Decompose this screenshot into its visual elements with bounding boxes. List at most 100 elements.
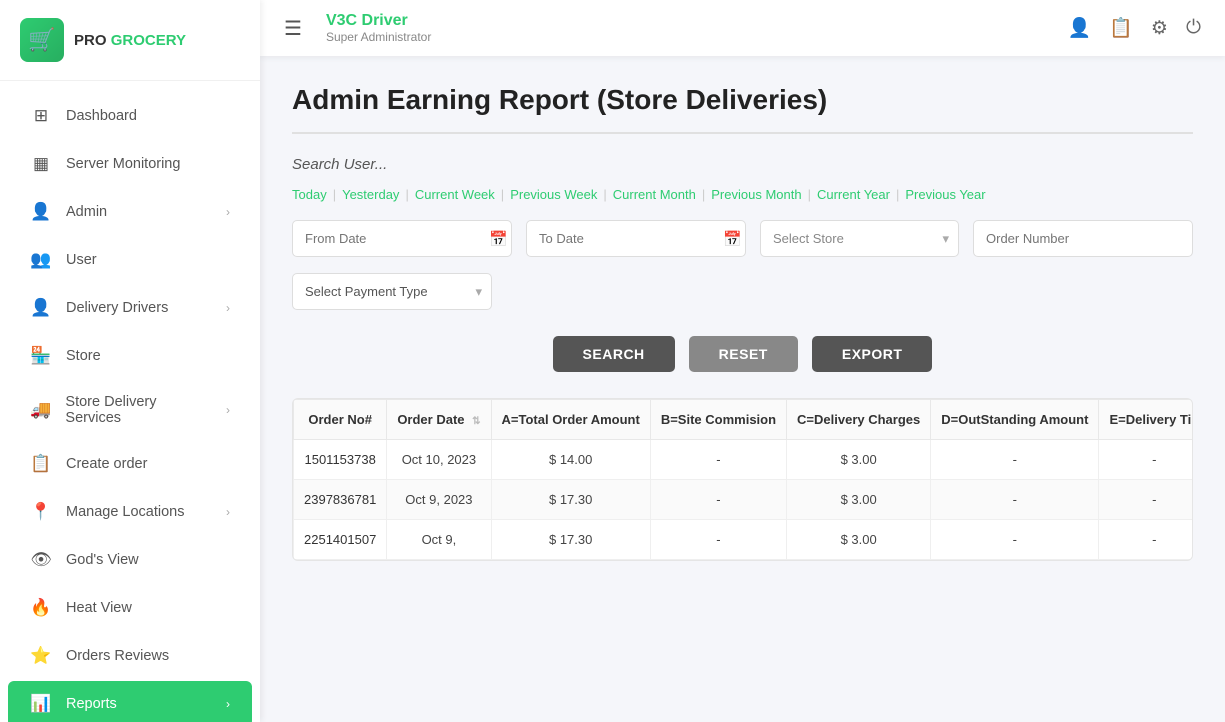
user-icon: 👥 (30, 250, 52, 270)
sidebar-logo: 🛒 PRO GROCERY (0, 0, 260, 81)
table-cell-2-2: $ 17.30 (491, 520, 650, 560)
user-icon[interactable]: 👤 (1068, 16, 1092, 40)
table-cell-1-4: $ 3.00 (787, 480, 931, 520)
settings-icon[interactable]: ⚙ (1151, 17, 1168, 40)
table-cell-1-5: - (931, 480, 1099, 520)
sidebar-item-label: God's View (66, 552, 139, 568)
sidebar-item-admin[interactable]: 👤 Admin › (8, 189, 252, 235)
shortcut-today[interactable]: Today (292, 187, 333, 202)
logo-text: PRO GROCERY (74, 32, 186, 49)
sidebar-item-label: Store Delivery Services (65, 394, 212, 426)
to-date-wrapper: 📅 (526, 220, 746, 257)
action-buttons: SEARCH RESET EXPORT (292, 336, 1193, 372)
select-payment-type[interactable]: Select Payment Type (292, 273, 492, 310)
sidebar-item-create-order[interactable]: 📋 Create order (8, 441, 252, 487)
filter-shortcuts: Today|Yesterday|Current Week|Previous We… (292, 187, 1193, 202)
table-cell-2-1: Oct 9, (387, 520, 491, 560)
col-header-1: Order Date ⇅ (387, 400, 491, 440)
server-monitoring-icon: ▦ (30, 154, 52, 174)
table-cell-0-4: $ 3.00 (787, 440, 931, 480)
table-row: 2397836781Oct 9, 2023$ 17.30-$ 3.00--$ 3… (294, 480, 1194, 520)
admin-icon: 👤 (30, 202, 52, 222)
shortcut-current-month[interactable]: Current Month (607, 187, 702, 202)
sidebar-item-dashboard[interactable]: ⊞ Dashboard (8, 93, 252, 139)
clipboard-icon[interactable]: 📋 (1109, 16, 1133, 40)
table-cell-2-5: - (931, 520, 1099, 560)
sort-icon: ⇅ (472, 416, 480, 427)
sidebar-item-reports[interactable]: 📊 Reports › (8, 681, 252, 722)
sidebar-item-label: Manage Locations (66, 504, 185, 520)
driver-name: V3C Driver (326, 12, 1052, 30)
sidebar-item-label: Delivery Drivers (66, 300, 168, 316)
col-header-5: D=OutStanding Amount (931, 400, 1099, 440)
table-cell-0-1: Oct 10, 2023 (387, 440, 491, 480)
table-cell-1-0: 2397836781 (294, 480, 387, 520)
topbar-title: V3C Driver Super Administrator (326, 12, 1052, 44)
col-header-3: B=Site Commision (650, 400, 786, 440)
data-table-wrapper: Order No#Order Date ⇅A=Total Order Amoun… (292, 398, 1193, 561)
reset-button[interactable]: RESET (689, 336, 798, 372)
table-cell-0-5: - (931, 440, 1099, 480)
from-date-input[interactable] (305, 231, 481, 246)
calendar-icon-to: 📅 (723, 230, 742, 248)
store-icon: 🏪 (30, 346, 52, 366)
table-cell-0-2: $ 14.00 (491, 440, 650, 480)
filters-row2: Select Payment Type (292, 273, 1193, 310)
shortcut-current-week[interactable]: Current Week (409, 187, 501, 202)
sidebar-item-label: Server Monitoring (66, 156, 180, 172)
main-content: ☰ V3C Driver Super Administrator 👤 📋 ⚙ ⏻… (260, 0, 1225, 722)
sidebar-item-heat-view[interactable]: 🔥 Heat View (8, 585, 252, 631)
filters-row: 📅 📅 Select Store (292, 220, 1193, 257)
table-row: 1501153738Oct 10, 2023$ 14.00-$ 3.00---$… (294, 440, 1194, 480)
table-row: 2251401507Oct 9,$ 17.30-$ 3.00--$ 3.30$ … (294, 520, 1194, 560)
to-date-input[interactable] (539, 231, 715, 246)
sidebar-item-delivery-drivers[interactable]: 👤 Delivery Drivers › (8, 285, 252, 331)
dashboard-icon: ⊞ (30, 106, 52, 126)
search-button[interactable]: SEARCH (553, 336, 675, 372)
earnings-table: Order No#Order Date ⇅A=Total Order Amoun… (293, 399, 1193, 560)
table-cell-1-6: - (1099, 480, 1193, 520)
topbar: ☰ V3C Driver Super Administrator 👤 📋 ⚙ ⏻ (260, 0, 1225, 56)
chevron-icon: › (226, 697, 230, 711)
sidebar-item-store-delivery-services[interactable]: 🚚 Store Delivery Services › (8, 381, 252, 439)
topbar-icons: 👤 📋 ⚙ ⏻ (1068, 16, 1201, 40)
hamburger-icon[interactable]: ☰ (284, 16, 302, 41)
table-cell-1-1: Oct 9, 2023 (387, 480, 491, 520)
shortcut-previous-year[interactable]: Previous Year (899, 187, 991, 202)
sidebar-item-label: Create order (66, 456, 147, 472)
page-body: Admin Earning Report (Store Deliveries) … (260, 56, 1225, 722)
shortcut-current-year[interactable]: Current Year (811, 187, 896, 202)
store-delivery-services-icon: 🚚 (30, 400, 51, 420)
col-header-0: Order No# (294, 400, 387, 440)
table-cell-2-3: - (650, 520, 786, 560)
col-header-4: C=Delivery Charges (787, 400, 931, 440)
sidebar-item-server-monitoring[interactable]: ▦ Server Monitoring (8, 141, 252, 187)
chevron-icon: › (226, 403, 230, 417)
order-number-input[interactable] (973, 220, 1193, 257)
shortcut-previous-week[interactable]: Previous Week (504, 187, 603, 202)
sidebar-item-store[interactable]: 🏪 Store (8, 333, 252, 379)
table-cell-0-6: - (1099, 440, 1193, 480)
sidebar-item-user[interactable]: 👥 User (8, 237, 252, 283)
col-header-2: A=Total Order Amount (491, 400, 650, 440)
sidebar-item-gods-view[interactable]: 👁 God's View (8, 537, 252, 583)
logo-icon: 🛒 (20, 18, 64, 62)
table-cell-2-4: $ 3.00 (787, 520, 931, 560)
search-user-label: Search User... (292, 156, 1193, 173)
sidebar-item-label: Orders Reviews (66, 648, 169, 664)
logo-pro: PRO (74, 32, 107, 49)
shortcut-previous-month[interactable]: Previous Month (705, 187, 807, 202)
table-cell-2-6: - (1099, 520, 1193, 560)
sidebar-item-manage-locations[interactable]: 📍 Manage Locations › (8, 489, 252, 535)
sidebar: 🛒 PRO GROCERY ⊞ Dashboard ▦ Server Monit… (0, 0, 260, 722)
table-cell-2-0: 2251401507 (294, 520, 387, 560)
power-icon[interactable]: ⏻ (1186, 17, 1201, 39)
shortcut-yesterday[interactable]: Yesterday (336, 187, 405, 202)
sidebar-item-orders-reviews[interactable]: ⭐ Orders Reviews (8, 633, 252, 679)
calendar-icon-from: 📅 (489, 230, 508, 248)
select-store[interactable]: Select Store (760, 220, 959, 257)
page-title: Admin Earning Report (Store Deliveries) (292, 84, 1193, 134)
table-cell-0-3: - (650, 440, 786, 480)
export-button[interactable]: EXPORT (812, 336, 933, 372)
table-cell-1-2: $ 17.30 (491, 480, 650, 520)
